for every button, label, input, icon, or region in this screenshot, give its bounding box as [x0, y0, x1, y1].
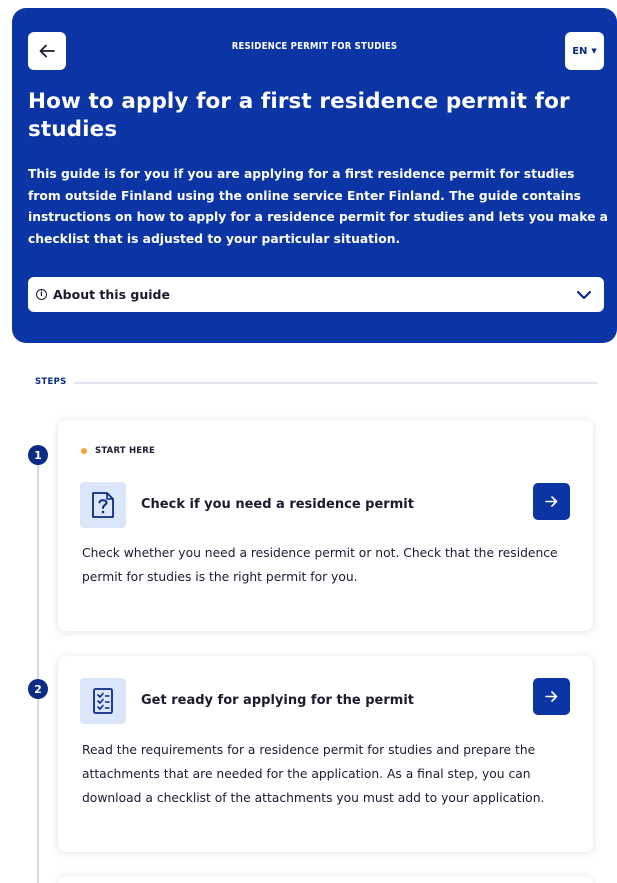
info-icon: i	[36, 289, 47, 300]
badge-label: START HERE	[95, 446, 156, 456]
language-label: EN	[572, 45, 588, 57]
arrow-right-icon	[545, 496, 558, 507]
step-description: Check whether you need a residence permi…	[82, 546, 558, 584]
step-card-next[interactable]	[58, 876, 593, 883]
caret-down-icon: ▼	[591, 46, 597, 55]
chevron-down-icon	[576, 290, 592, 299]
question-document-icon	[80, 482, 126, 528]
guide-description: This guide is for you if you are applyin…	[28, 167, 608, 246]
step-number-1: 1	[28, 445, 48, 465]
steps-heading: STEPS	[35, 377, 67, 387]
step-number-2: 2	[28, 679, 48, 699]
badge-dot	[81, 448, 87, 454]
about-guide-toggle[interactable]: i About this guide	[28, 277, 604, 312]
step-title: Check if you need a residence permit	[141, 497, 414, 512]
step-card-get-ready[interactable]: Get ready for applying for the permit Re…	[58, 656, 593, 852]
guide-header: RESIDENCE PERMIT FOR STUDIES EN ▼ How to…	[12, 8, 617, 343]
steps-timeline	[37, 464, 39, 883]
step-description: Read the requirements for a residence pe…	[82, 743, 545, 805]
page-title: How to apply for a first residence permi…	[28, 89, 570, 142]
checklist-icon	[80, 678, 126, 724]
guide-kicker: RESIDENCE PERMIT FOR STUDIES	[231, 41, 398, 52]
about-guide-label: About this guide	[53, 287, 170, 302]
open-step-button[interactable]	[533, 678, 570, 715]
arrow-right-icon	[545, 691, 558, 702]
start-here-badge: START HERE	[81, 446, 155, 456]
language-selector[interactable]: EN ▼	[565, 32, 604, 70]
open-step-button[interactable]	[533, 483, 570, 520]
steps-divider	[74, 382, 598, 384]
step-card-check-permit[interactable]: START HERE Check if you need a residence…	[58, 420, 593, 631]
step-title: Get ready for applying for the permit	[141, 693, 414, 708]
